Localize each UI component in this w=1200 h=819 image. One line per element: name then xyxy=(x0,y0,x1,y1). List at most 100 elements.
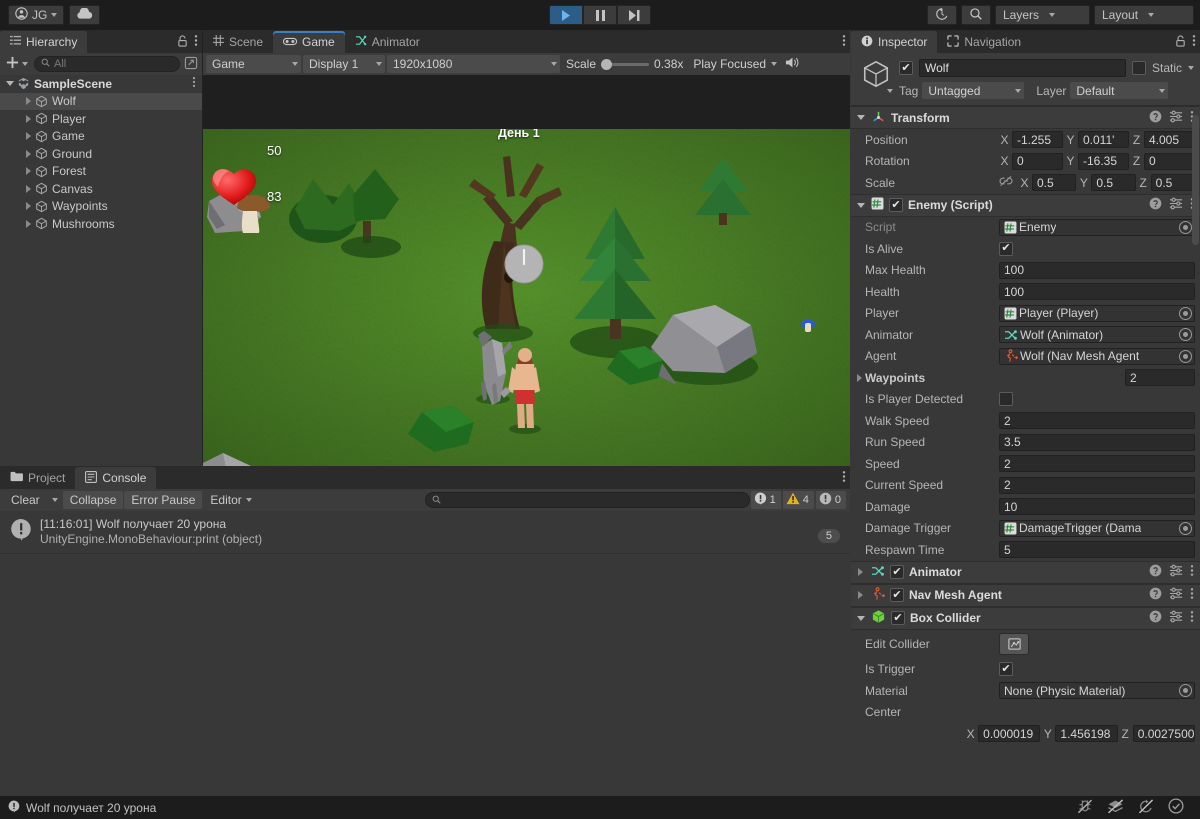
expand-arrow-icon[interactable] xyxy=(22,149,34,158)
layer-dropdown[interactable]: Default xyxy=(1070,82,1169,99)
field-y[interactable]: -16.35 xyxy=(1078,152,1129,170)
layers-dropdown[interactable]: Layers xyxy=(995,5,1090,25)
property-input[interactable]: 10 xyxy=(999,498,1195,516)
field-x[interactable]: 0.000019 xyxy=(978,725,1041,743)
component-enabled-checkbox[interactable] xyxy=(890,565,904,579)
scale-slider[interactable] xyxy=(601,58,650,70)
editor-dropdown[interactable]: Editor xyxy=(203,491,258,509)
component-header-enemy-script[interactable]: Enemy (Script) xyxy=(851,193,1200,217)
hierarchy-item-wolf[interactable]: Wolf xyxy=(0,92,202,110)
history-button[interactable] xyxy=(927,5,957,25)
hierarchy-item-game[interactable]: Game xyxy=(0,128,202,146)
field-z[interactable]: 0.0027500 xyxy=(1132,725,1195,743)
object-picker-icon[interactable] xyxy=(1179,328,1192,342)
game-target-dropdown[interactable]: Game xyxy=(206,55,301,73)
hierarchy-item-player[interactable]: Player xyxy=(0,110,202,128)
static-checkbox[interactable] xyxy=(1131,61,1146,75)
hierarchy-item-mushrooms[interactable]: Mushrooms xyxy=(0,215,202,233)
expand-arrow-icon[interactable] xyxy=(855,615,866,621)
object-reference-field[interactable]: Wolf (Nav Mesh Agent xyxy=(999,347,1195,365)
hierarchy-item-forest[interactable]: Forest xyxy=(0,163,202,181)
clear-button[interactable]: Clear xyxy=(4,491,47,509)
field-x[interactable]: 0 xyxy=(1012,152,1063,170)
property-input[interactable]: 2 xyxy=(999,476,1195,494)
error-count-badge[interactable]: 0 xyxy=(815,491,846,509)
search-button[interactable] xyxy=(961,5,991,25)
hierarchy-item-waypoints[interactable]: Waypoints xyxy=(0,198,202,216)
component-enabled-checkbox[interactable] xyxy=(889,198,903,212)
lock-icon[interactable] xyxy=(177,34,188,50)
property-checkbox[interactable] xyxy=(999,241,1013,256)
expand-arrow-icon[interactable] xyxy=(22,184,34,193)
warning-count-badge[interactable]: 4 xyxy=(782,491,814,509)
expand-arrow-icon[interactable] xyxy=(855,591,866,599)
kebab-menu-icon[interactable] xyxy=(192,76,196,91)
object-reference-field[interactable]: Enemy xyxy=(999,218,1195,236)
tab-navigation[interactable]: Navigation xyxy=(937,31,1032,53)
tab-inspector[interactable]: Inspector xyxy=(851,31,938,53)
edit-collider-button[interactable] xyxy=(999,633,1029,655)
expand-arrow-icon[interactable] xyxy=(853,373,865,382)
kebab-menu-icon[interactable] xyxy=(194,34,198,50)
hierarchy-search-input[interactable]: All xyxy=(34,56,180,72)
field-y[interactable]: 0.5 xyxy=(1091,174,1136,192)
game-render-area[interactable]: 50 83 День 1 xyxy=(203,75,850,488)
component-header-animator[interactable]: Animator xyxy=(851,560,1200,584)
clear-dropdown[interactable] xyxy=(48,491,62,509)
broken-link-icon[interactable] xyxy=(999,175,1013,190)
bug-off-icon[interactable] xyxy=(1077,799,1093,817)
expand-arrow-icon[interactable] xyxy=(4,81,16,87)
tab-scene[interactable]: Scene xyxy=(203,31,274,53)
gameobject-name-input[interactable]: Wolf xyxy=(919,59,1126,77)
help-icon[interactable] xyxy=(1149,197,1162,213)
component-header-nav-mesh-agent[interactable]: Nav Mesh Agent xyxy=(851,583,1200,607)
error-pause-button[interactable]: Error Pause xyxy=(124,491,203,509)
scale-slider-group[interactable]: Scale 0.38x xyxy=(562,55,687,73)
hierarchy-item-canvas[interactable]: Canvas xyxy=(0,180,202,198)
mute-audio-icon[interactable] xyxy=(783,56,799,72)
field-x[interactable]: -1.255 xyxy=(1012,131,1063,149)
preset-icon[interactable] xyxy=(1169,110,1183,126)
collapse-button[interactable]: Collapse xyxy=(62,491,124,509)
inspector-scrollbar[interactable] xyxy=(1192,115,1199,245)
resolution-dropdown[interactable]: 1920x1080 xyxy=(387,55,560,73)
step-button[interactable] xyxy=(617,5,651,25)
pause-button[interactable] xyxy=(583,5,617,25)
property-input[interactable]: 3.5 xyxy=(999,433,1195,451)
object-picker-icon[interactable] xyxy=(1179,306,1192,320)
preset-icon[interactable] xyxy=(1169,610,1183,626)
field-z[interactable]: 0 xyxy=(1144,152,1195,170)
expand-arrow-icon[interactable] xyxy=(855,115,866,120)
property-input[interactable]: 2 xyxy=(999,412,1195,430)
object-picker-icon[interactable] xyxy=(1179,521,1192,535)
tab-project[interactable]: Project xyxy=(0,467,76,489)
refresh-off-icon[interactable] xyxy=(1138,798,1154,817)
kebab-menu-icon[interactable] xyxy=(842,34,846,50)
array-size-input[interactable]: 2 xyxy=(1125,369,1195,387)
check-circle-icon[interactable] xyxy=(1168,798,1184,817)
field-x[interactable]: 0.5 xyxy=(1032,174,1077,192)
help-icon[interactable] xyxy=(1149,110,1162,126)
kebab-menu-icon[interactable] xyxy=(1190,564,1194,580)
account-button[interactable]: JG xyxy=(8,5,65,25)
tab-console[interactable]: Console xyxy=(75,467,157,489)
gameobject-enabled-checkbox[interactable] xyxy=(899,61,913,75)
field-z[interactable]: 4.005 xyxy=(1144,131,1195,149)
field-y[interactable]: 1.456198 xyxy=(1055,725,1118,743)
preset-icon[interactable] xyxy=(1169,564,1183,580)
help-icon[interactable] xyxy=(1149,610,1162,626)
tag-dropdown[interactable]: Untagged xyxy=(922,82,1025,99)
component-header-transform[interactable]: Transform xyxy=(851,106,1200,129)
layers-off-icon[interactable] xyxy=(1107,798,1124,817)
property-input[interactable]: 2 xyxy=(999,455,1195,473)
object-reference-field[interactable]: DamageTrigger (Dama xyxy=(999,519,1195,537)
expand-arrow-icon[interactable] xyxy=(22,132,34,141)
game-screen[interactable]: 50 83 День 1 xyxy=(203,129,850,488)
object-picker-icon[interactable] xyxy=(1179,684,1192,698)
field-y[interactable]: 0.011' xyxy=(1078,131,1129,149)
object-picker-icon[interactable] xyxy=(1179,349,1192,363)
lock-icon[interactable] xyxy=(1175,34,1186,50)
component-enabled-checkbox[interactable] xyxy=(891,611,905,625)
tab-hierarchy[interactable]: Hierarchy xyxy=(0,31,88,53)
kebab-menu-icon[interactable] xyxy=(842,470,846,486)
